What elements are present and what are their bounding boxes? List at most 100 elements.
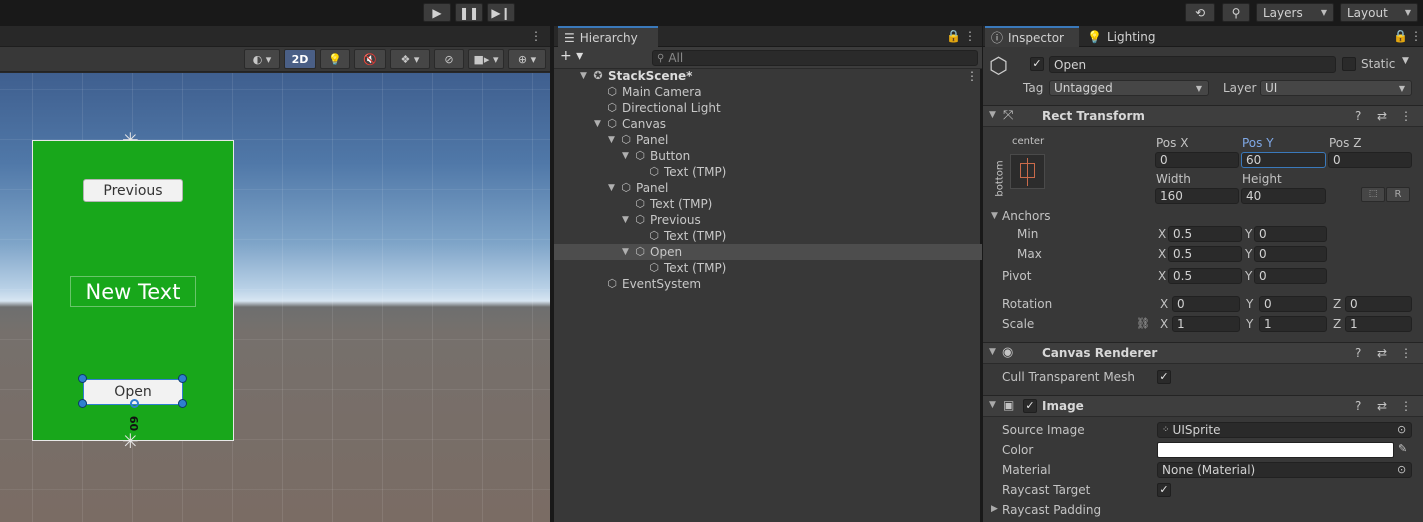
more-menu-icon[interactable]: ⋮ (530, 29, 542, 43)
layer-dropdown[interactable]: UI ▼ (1260, 80, 1412, 96)
hierarchy-item[interactable]: ⬡ Text (TMP) (554, 228, 982, 244)
more-menu-icon[interactable]: ⋮ (1400, 346, 1412, 360)
width-field[interactable]: 160 (1155, 188, 1239, 204)
tag-dropdown[interactable]: Untagged ▼ (1049, 80, 1209, 96)
presets-icon[interactable]: ⇄ (1377, 346, 1387, 360)
new-text-label[interactable]: New Text (70, 276, 196, 307)
pivot-y-field[interactable]: 0 (1254, 268, 1327, 284)
effects-dropdown[interactable]: ❖ ▾ (390, 49, 430, 69)
add-dropdown[interactable]: + ▾ (560, 48, 583, 64)
hierarchy-item[interactable]: ⬡ Text (TMP) (554, 196, 982, 212)
height-field[interactable]: 40 (1241, 188, 1326, 204)
history-button[interactable]: ⟲ (1185, 3, 1215, 22)
hierarchy-item[interactable]: ⬡ Main Camera (554, 84, 982, 100)
source-image-field[interactable]: ⁘ UISprite (1157, 422, 1412, 438)
expand-arrow-icon[interactable]: ▼ (580, 71, 587, 81)
presets-icon[interactable]: ⇄ (1377, 399, 1387, 413)
hierarchy-item[interactable]: ▼ ⬡ Panel (554, 180, 982, 196)
hidden-objects-toggle[interactable]: ⊘ (434, 49, 464, 69)
scale-x-field[interactable]: 1 (1172, 316, 1240, 332)
hierarchy-item[interactable]: ▼ ⬡ Canvas (554, 116, 982, 132)
pivot-x-field[interactable]: 0.5 (1168, 268, 1242, 284)
help-icon[interactable]: ? (1355, 109, 1361, 123)
static-dropdown-icon[interactable]: ▼ (1402, 56, 1409, 66)
draw-mode-dropdown[interactable]: ◐ ▾ (244, 49, 280, 69)
pos-x-field[interactable]: 0 (1155, 152, 1239, 168)
expand-arrow-icon[interactable]: ▼ (608, 135, 615, 145)
rotation-x-field[interactable]: 0 (1172, 296, 1240, 312)
audio-toggle[interactable]: 🔇 (354, 49, 386, 69)
pos-z-field[interactable]: 0 (1328, 152, 1412, 168)
play-button[interactable]: ▶ (423, 3, 451, 22)
hierarchy-item[interactable]: ▼ ⬡ Panel (554, 132, 982, 148)
rect-transform-header[interactable]: ▼ ⤧ Rect Transform ? ⇄ ⋮ (983, 105, 1423, 127)
pause-button[interactable]: ❚❚ (455, 3, 483, 22)
hierarchy-item[interactable]: ⬡ Text (TMP) (554, 260, 982, 276)
hierarchy-item[interactable]: ▼ ⬡ Open (554, 244, 982, 260)
layers-dropdown[interactable]: Layers ▼ (1256, 3, 1334, 22)
more-menu-icon[interactable]: ⋮ (1410, 29, 1422, 43)
canvas-panel[interactable]: Previous New Text Open 60 (32, 140, 234, 441)
hierarchy-item[interactable]: ▼ ⬡ Previous (554, 212, 982, 228)
raw-edit-button[interactable]: R (1386, 187, 1410, 202)
hierarchy-item[interactable]: ⬡ Directional Light (554, 100, 982, 116)
more-menu-icon[interactable]: ⋮ (964, 29, 976, 43)
hierarchy-item[interactable]: ⬡ Text (TMP) (554, 164, 982, 180)
layout-dropdown[interactable]: Layout ▼ (1340, 3, 1418, 22)
raycast-target-checkbox[interactable]: ✓ (1157, 483, 1171, 497)
image-enabled-checkbox[interactable]: ✓ (1023, 399, 1037, 413)
more-menu-icon[interactable]: ⋮ (1400, 109, 1412, 123)
step-button[interactable]: ▶❙ (487, 3, 515, 22)
hierarchy-item[interactable]: ▼ ✪ StackScene* ⋮ (554, 68, 982, 84)
lighting-toggle[interactable]: 💡 (320, 49, 350, 69)
canvas-renderer-header[interactable]: ▼ ◉ Canvas Renderer ? ⇄ ⋮ (983, 342, 1423, 364)
rotation-z-field[interactable]: 0 (1345, 296, 1412, 312)
cull-transparent-mesh-checkbox[interactable]: ✓ (1157, 370, 1171, 384)
anchor-presets-button[interactable] (1010, 154, 1045, 189)
help-icon[interactable]: ? (1355, 399, 1361, 413)
pos-y-field[interactable]: 60 (1241, 152, 1326, 168)
anchor-min-x-field[interactable]: 0.5 (1168, 226, 1242, 242)
scale-z-field[interactable]: 1 (1345, 316, 1412, 332)
hierarchy-item[interactable]: ▼ ⬡ Button (554, 148, 982, 164)
camera-dropdown[interactable]: ■▸ ▾ (468, 49, 504, 69)
tab-inspector[interactable]: ⓘ Inspector (985, 26, 1079, 47)
material-field[interactable]: None (Material) (1157, 462, 1412, 478)
scale-y-field[interactable]: 1 (1259, 316, 1327, 332)
object-picker-icon[interactable]: ⊙ (1397, 463, 1406, 476)
expand-arrow-icon[interactable]: ▼ (622, 247, 629, 257)
lock-icon[interactable]: 🔒 (1393, 29, 1408, 43)
help-icon[interactable]: ? (1355, 346, 1361, 360)
color-swatch[interactable] (1157, 442, 1394, 458)
resize-handle[interactable] (78, 374, 87, 383)
constrain-proportions-icon[interactable]: ⛓ (1136, 317, 1150, 330)
image-header[interactable]: ▼ ▣ ✓ Image ? ⇄ ⋮ (983, 395, 1423, 417)
expand-arrow-icon[interactable]: ▼ (622, 215, 629, 225)
object-name-field[interactable]: Open (1049, 56, 1336, 73)
static-checkbox[interactable] (1342, 57, 1356, 71)
active-checkbox[interactable]: ✓ (1030, 57, 1044, 71)
anchor-marker-icon[interactable]: ✳ (122, 429, 139, 453)
lock-icon[interactable]: 🔒 (946, 29, 961, 43)
more-menu-icon[interactable]: ⋮ (1400, 399, 1412, 413)
expand-arrow-icon[interactable]: ▶ (991, 504, 998, 514)
search-button[interactable]: ⚲ (1222, 3, 1250, 22)
resize-handle[interactable] (78, 399, 87, 408)
blueprint-mode-button[interactable]: ⬚ (1361, 187, 1385, 202)
resize-handle[interactable] (178, 374, 187, 383)
hierarchy-item[interactable]: ⬡ EventSystem (554, 276, 982, 292)
hierarchy-search-input[interactable]: ⚲ All (652, 50, 978, 66)
resize-handle[interactable] (178, 399, 187, 408)
pivot-handle[interactable] (130, 399, 139, 408)
expand-arrow-icon[interactable]: ▼ (608, 183, 615, 193)
anchor-max-y-field[interactable]: 0 (1254, 246, 1327, 262)
anchor-min-y-field[interactable]: 0 (1254, 226, 1327, 242)
presets-icon[interactable]: ⇄ (1377, 109, 1387, 123)
2d-toggle[interactable]: 2D (284, 49, 316, 69)
previous-button[interactable]: Previous (83, 179, 183, 202)
scene-viewport[interactable]: ✳ Previous New Text Open 60 ✳ (0, 73, 550, 522)
anchor-max-x-field[interactable]: 0.5 (1168, 246, 1242, 262)
expand-arrow-icon[interactable]: ▼ (622, 151, 629, 161)
gizmos-dropdown[interactable]: ⊕ ▾ (508, 49, 546, 69)
tab-hierarchy[interactable]: ☰ Hierarchy (558, 26, 658, 47)
